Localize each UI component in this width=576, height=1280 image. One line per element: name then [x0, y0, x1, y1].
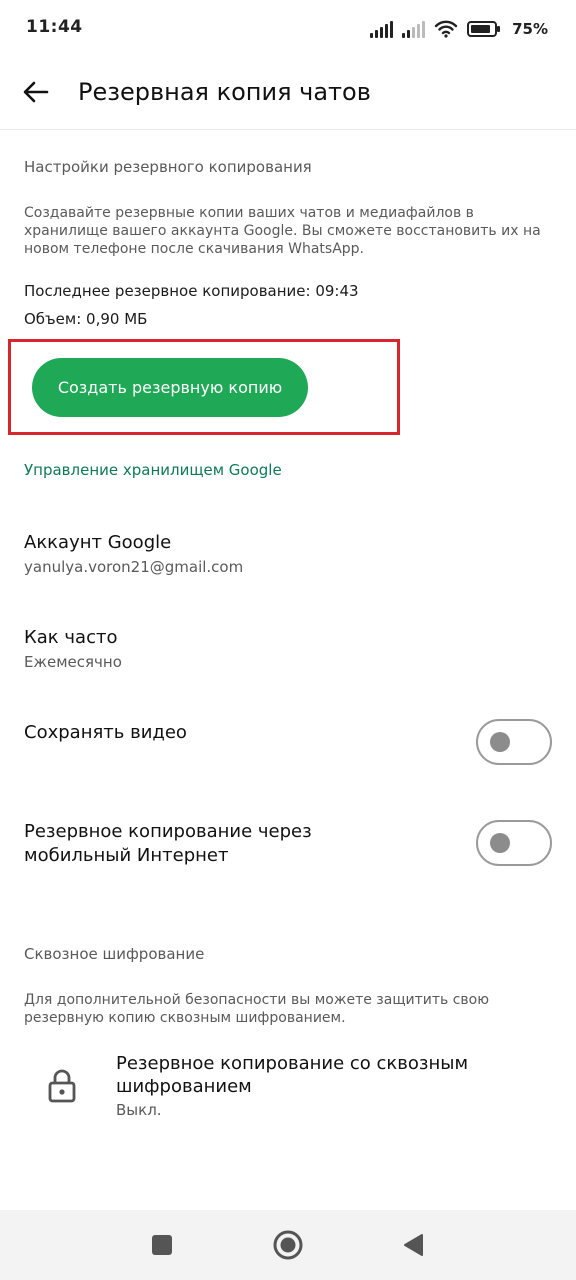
encrypted-backup-title: Резервное копирование со сквозным шифров…: [116, 1053, 469, 1097]
back-button[interactable]: [16, 72, 56, 112]
save-video-title: Сохранять видео: [24, 722, 187, 743]
status-time: 11:44: [26, 17, 83, 37]
last-backup-info: Последнее резервное копирование: 09:43: [24, 282, 359, 300]
toggle-knob: [490, 732, 510, 752]
backup-frequency-title: Как часто: [24, 627, 118, 648]
google-account-title: Аккаунт Google: [24, 532, 172, 553]
triangle-icon: [404, 1234, 423, 1256]
system-navigation-bar: [0, 1210, 576, 1280]
backup-frequency-value: Ежемесячно: [24, 653, 122, 671]
status-bar: 11:44 75%: [0, 0, 576, 58]
battery-icon: [467, 21, 501, 37]
backup-description: Создавайте резервные копии ваших чатов и…: [24, 205, 541, 257]
status-icons: 75%: [370, 17, 548, 41]
encryption-section-label: Сквозное шифрование: [24, 945, 205, 963]
app-bar: Резервная копия чатов: [0, 58, 576, 130]
wifi-icon: [434, 20, 458, 38]
manage-google-storage-link[interactable]: Управление хранилищем Google: [24, 461, 282, 479]
toggle-knob: [490, 833, 510, 853]
backup-size-info: Объем: 0,90 МБ: [24, 310, 148, 328]
google-account-email: yanulya.voron21@gmail.com: [24, 558, 244, 576]
signal-strength-icon: [370, 20, 394, 38]
battery-percentage: 75%: [512, 20, 548, 38]
lock-icon: [48, 1069, 76, 1103]
create-backup-button[interactable]: Создать резервную копию: [32, 358, 308, 417]
mobile-data-backup-toggle[interactable]: [476, 820, 552, 866]
recent-apps-button[interactable]: [145, 1228, 179, 1262]
circle-icon: [273, 1230, 303, 1260]
arrow-left-icon: [23, 81, 49, 103]
mobile-data-backup-title: Резервное копирование через мобильный Ин…: [24, 821, 312, 866]
signal-strength-2-icon: [402, 20, 426, 38]
backup-settings-label: Настройки резервного копирования: [24, 158, 312, 176]
save-video-toggle[interactable]: [476, 719, 552, 765]
home-button[interactable]: [271, 1228, 305, 1262]
encryption-description: Для дополнительной безопасности вы может…: [24, 992, 490, 1026]
page-title: Резервная копия чатов: [78, 78, 371, 106]
system-back-button[interactable]: [396, 1228, 430, 1262]
encrypted-backup-status: Выкл.: [116, 1101, 162, 1119]
square-icon: [152, 1235, 172, 1255]
